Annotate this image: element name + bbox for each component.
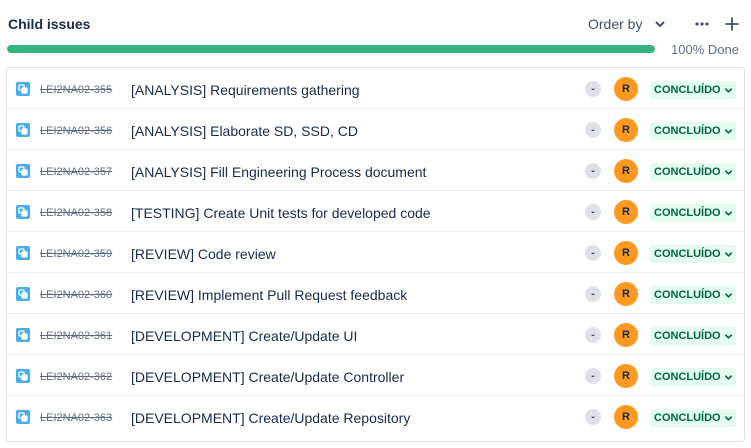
assignee-avatar[interactable]: R [614,323,638,347]
issue-key-link[interactable]: LEI2NA02-363 [40,412,112,424]
assignee-avatar[interactable]: R [614,200,638,224]
status-label: CONCLUÍDO [654,125,721,137]
subtask-icon [16,205,30,219]
priority-badge[interactable]: - [585,327,601,343]
progress-bar [7,45,655,53]
child-issue-row[interactable]: LEI2NA02-363 [DEVELOPMENT] Create/Update… [7,396,744,437]
status-dropdown[interactable]: CONCLUÍDO [650,327,736,345]
child-issues-title: Child issues [8,16,91,32]
child-issue-row[interactable]: LEI2NA02-362 [DEVELOPMENT] Create/Update… [7,355,744,396]
chevron-down-icon [724,87,732,93]
assignee-avatar[interactable]: R [614,118,638,142]
issue-key-link[interactable]: LEI2NA02-355 [40,84,112,96]
status-dropdown[interactable]: CONCLUÍDO [650,163,736,181]
child-issue-row[interactable]: LEI2NA02-357 [ANALYSIS] Fill Engineering… [7,150,744,191]
status-label: CONCLUÍDO [654,166,721,178]
status-label: CONCLUÍDO [654,84,721,96]
issue-key-link[interactable]: LEI2NA02-362 [40,371,112,383]
assignee-avatar[interactable]: R [614,282,638,306]
issue-key-link[interactable]: LEI2NA02-358 [40,207,112,219]
status-dropdown[interactable]: CONCLUÍDO [650,81,736,99]
status-label: CONCLUÍDO [654,248,721,260]
issue-key-link[interactable]: LEI2NA02-360 [40,289,112,301]
subtask-icon [16,328,30,342]
assignee-avatar[interactable]: R [614,405,638,429]
progress-bar-fill [7,45,655,53]
subtask-icon [16,410,30,424]
child-issue-row[interactable]: LEI2NA02-358 [TESTING] Create Unit tests… [7,191,744,232]
issue-summary[interactable]: [DEVELOPMENT] Create/Update Repository [131,410,410,426]
more-horizontal-icon [695,22,709,26]
chevron-down-icon [724,374,732,380]
priority-badge[interactable]: - [585,245,601,261]
child-issue-row[interactable]: LEI2NA02-361 [DEVELOPMENT] Create/Update… [7,314,744,355]
issue-summary[interactable]: [REVIEW] Implement Pull Request feedback [131,287,407,303]
issue-summary[interactable]: [ANALYSIS] Fill Engineering Process docu… [131,164,426,180]
subtask-icon [16,246,30,260]
subtask-icon [16,164,30,178]
priority-badge[interactable]: - [585,204,601,220]
chevron-down-icon [724,251,732,257]
status-dropdown[interactable]: CONCLUÍDO [650,368,736,386]
assignee-avatar[interactable]: R [614,159,638,183]
child-issue-row[interactable]: LEI2NA02-356 [ANALYSIS] Elaborate SD, SS… [7,109,744,150]
assignee-avatar[interactable]: R [614,364,638,388]
assignee-avatar[interactable]: R [614,241,638,265]
chevron-down-icon [724,128,732,134]
subtask-icon [16,123,30,137]
issue-summary[interactable]: [DEVELOPMENT] Create/Update Controller [131,369,404,385]
issue-key-link[interactable]: LEI2NA02-356 [40,125,112,137]
priority-badge[interactable]: - [585,286,601,302]
issue-key-link[interactable]: LEI2NA02-357 [40,166,112,178]
status-dropdown[interactable]: CONCLUÍDO [650,286,736,304]
plus-icon [725,17,739,31]
issue-summary[interactable]: [TESTING] Create Unit tests for develope… [131,205,431,221]
child-issue-row[interactable]: LEI2NA02-360 [REVIEW] Implement Pull Req… [7,273,744,314]
status-label: CONCLUÍDO [654,412,721,424]
order-by-button[interactable]: Order by [582,10,672,38]
status-dropdown[interactable]: CONCLUÍDO [650,409,736,427]
status-dropdown[interactable]: CONCLUÍDO [650,204,736,222]
chevron-down-icon [724,415,732,421]
order-by-label: Order by [588,16,643,32]
issue-key-link[interactable]: LEI2NA02-359 [40,248,112,260]
subtask-icon [16,287,30,301]
child-issues-list: LEI2NA02-355 [ANALYSIS] Requirements gat… [6,67,745,442]
progress-label: 100% Done [671,42,739,57]
issue-summary[interactable]: [ANALYSIS] Requirements gathering [131,82,360,98]
status-dropdown[interactable]: CONCLUÍDO [650,122,736,140]
chevron-down-icon [724,333,732,339]
priority-badge[interactable]: - [585,368,601,384]
more-actions-button[interactable] [690,12,714,36]
issue-summary[interactable]: [DEVELOPMENT] Create/Update UI [131,328,357,344]
child-issue-row[interactable]: LEI2NA02-355 [ANALYSIS] Requirements gat… [7,68,744,109]
status-dropdown[interactable]: CONCLUÍDO [650,245,736,263]
status-label: CONCLUÍDO [654,330,721,342]
priority-badge[interactable]: - [585,122,601,138]
chevron-down-icon [724,292,732,298]
subtask-icon [16,82,30,96]
status-label: CONCLUÍDO [654,371,721,383]
subtask-icon [16,369,30,383]
add-child-issue-button[interactable] [720,12,744,36]
status-label: CONCLUÍDO [654,207,721,219]
child-issues-header: Child issues Order by [0,0,751,44]
priority-badge[interactable]: - [585,409,601,425]
chevron-down-icon [724,169,732,175]
status-label: CONCLUÍDO [654,289,721,301]
assignee-avatar[interactable]: R [614,77,638,101]
child-issue-row[interactable]: LEI2NA02-359 [REVIEW] Code review - R CO… [7,232,744,273]
issue-summary[interactable]: [ANALYSIS] Elaborate SD, SSD, CD [131,123,358,139]
chevron-down-icon [724,210,732,216]
chevron-down-icon [655,21,665,27]
priority-badge[interactable]: - [585,163,601,179]
issue-key-link[interactable]: LEI2NA02-361 [40,330,112,342]
issue-summary[interactable]: [REVIEW] Code review [131,246,276,262]
priority-badge[interactable]: - [585,81,601,97]
